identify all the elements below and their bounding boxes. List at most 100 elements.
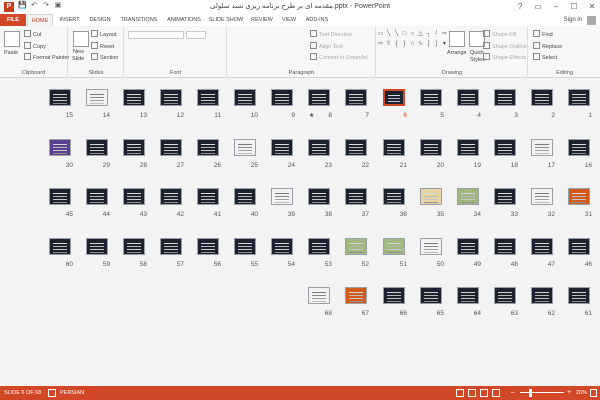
format-painter-button[interactable]: Format Painter [24, 53, 69, 61]
slide-thumbnail[interactable] [345, 188, 367, 205]
new-slide-button[interactable]: New [73, 49, 84, 55]
shape-fill-button[interactable]: Shape Fill [483, 30, 516, 38]
cut-button[interactable]: Cut [24, 30, 42, 38]
shape-outline-button[interactable]: Shape Outline [483, 42, 527, 50]
slide-thumbnail[interactable] [86, 139, 108, 156]
slide-thumbnail[interactable] [160, 238, 182, 255]
avatar[interactable] [587, 16, 596, 25]
paste-button[interactable]: Paste [4, 50, 18, 56]
slide-thumbnail[interactable] [197, 139, 219, 156]
slide-thumbnail[interactable] [531, 238, 553, 255]
slide-thumbnail[interactable] [345, 89, 367, 106]
slide-thumbnail[interactable] [383, 188, 405, 205]
copy-button[interactable]: Copy [24, 42, 46, 50]
slide-thumbnail[interactable] [160, 139, 182, 156]
shape-effects-button[interactable]: Shape Effects [483, 53, 526, 61]
slide-thumbnail[interactable] [123, 238, 145, 255]
arrange-button[interactable]: Arrange [447, 50, 467, 56]
tab-slide-show[interactable]: SLIDE SHOW [207, 14, 245, 26]
help-icon[interactable]: ? [514, 1, 526, 12]
tab-add-ins[interactable]: ADD-INS [302, 14, 332, 26]
triangle-shape-icon[interactable]: △ [417, 30, 424, 39]
slideshow-view-icon[interactable] [492, 389, 500, 397]
font-name-dropdown[interactable] [128, 31, 184, 39]
slide-thumbnail[interactable] [420, 89, 442, 106]
slide-thumbnail[interactable] [494, 238, 516, 255]
slide-thumbnail[interactable] [345, 139, 367, 156]
tab-animations[interactable]: ANIMATIONS [164, 14, 204, 26]
slide-thumbnail[interactable] [383, 287, 405, 304]
arrow-shape-icon[interactable]: ⇨ [441, 30, 448, 39]
zoom-slider[interactable] [520, 392, 564, 393]
slide-thumbnail[interactable] [420, 287, 442, 304]
slide-thumbnail[interactable] [457, 287, 479, 304]
slide-thumbnail[interactable] [123, 89, 145, 106]
slide-thumbnail[interactable] [308, 139, 330, 156]
slide-thumbnail[interactable] [568, 238, 590, 255]
tab-insert[interactable]: INSERT [56, 14, 83, 26]
slide-thumbnail[interactable] [531, 188, 553, 205]
slide-thumbnail[interactable] [568, 139, 590, 156]
slide-thumbnail[interactable] [494, 139, 516, 156]
slide-thumbnail[interactable] [271, 188, 293, 205]
convert-smartart-button[interactable]: Convert to SmartArt [310, 53, 368, 61]
slide-thumbnail[interactable] [531, 287, 553, 304]
proofing-icon[interactable] [48, 389, 56, 397]
slide-thumbnail[interactable] [308, 188, 330, 205]
tab-design[interactable]: DESIGN [86, 14, 114, 26]
section-button[interactable]: Section [91, 53, 118, 61]
slide-thumbnail[interactable] [197, 238, 219, 255]
ribbon-display-options-icon[interactable]: ▭ [532, 1, 544, 12]
tab-view[interactable]: VIEW [279, 14, 299, 26]
replace-button[interactable]: Replace [533, 42, 562, 50]
slide-thumbnail[interactable] [568, 89, 590, 106]
more-shapes-icon[interactable]: ▾ [441, 40, 448, 49]
zoom-level[interactable]: 20% [576, 386, 587, 400]
slide-thumbnail[interactable] [308, 287, 330, 304]
slide-thumbnail[interactable] [49, 89, 71, 106]
slide-thumbnail[interactable] [345, 238, 367, 255]
fit-to-window-icon[interactable] [590, 389, 597, 397]
close-button[interactable]: ✕ [586, 1, 598, 12]
bracket-close-shape-icon[interactable]: ] [433, 40, 440, 49]
slide-thumbnail[interactable] [494, 188, 516, 205]
select-button[interactable]: Select [533, 53, 557, 61]
tab-transitions[interactable]: TRANSITIONS [117, 14, 161, 26]
layout-button[interactable]: Layout [91, 30, 117, 38]
slide-thumbnail[interactable] [531, 139, 553, 156]
minimize-button[interactable]: – [550, 1, 562, 12]
slide-thumbnail[interactable] [383, 139, 405, 156]
slide-thumbnail[interactable] [271, 139, 293, 156]
find-button[interactable]: Find [533, 30, 553, 38]
brace-close-shape-icon[interactable]: } [401, 40, 408, 49]
line-shape-icon[interactable]: ╲ [385, 30, 392, 39]
slide-thumbnail[interactable] [271, 238, 293, 255]
tab-home[interactable]: HOME [27, 14, 53, 26]
elbow-connector-icon[interactable]: ┐ [425, 30, 432, 39]
reset-button[interactable]: Reset [91, 42, 114, 50]
slide-thumbnail[interactable] [123, 188, 145, 205]
slide-thumbnail[interactable] [160, 188, 182, 205]
rectangle-shape-icon[interactable]: □ [401, 30, 408, 39]
slide-thumbnail[interactable] [457, 139, 479, 156]
slide-thumbnail[interactable] [308, 89, 330, 106]
slide-thumbnail[interactable] [86, 89, 108, 106]
star-shape-icon[interactable]: ☆ [409, 40, 416, 49]
tab-file[interactable]: FILE [0, 14, 26, 26]
curve-shape-icon[interactable]: ∿ [417, 40, 424, 49]
shapes-gallery[interactable]: ▭ ╲ ╲ □ ○ △ ┐ ┘ ⇨ ⇨ ⇧{} ☆ ∿[] ▾ [377, 30, 447, 58]
bracket-shape-icon[interactable]: [ [425, 40, 432, 49]
new-slide-button-line2[interactable]: Slide [72, 56, 84, 62]
slide-thumbnail[interactable] [531, 89, 553, 106]
slide-thumbnail[interactable] [345, 287, 367, 304]
slide-thumbnail[interactable] [197, 89, 219, 106]
slide-thumbnail[interactable] [383, 238, 405, 255]
zoom-slider-thumb[interactable] [529, 389, 532, 397]
slide-thumbnail[interactable] [494, 89, 516, 106]
text-box-shape-icon[interactable]: ▭ [377, 30, 384, 39]
quick-styles-button[interactable]: Quick [470, 50, 484, 56]
slide-thumbnail[interactable] [420, 139, 442, 156]
align-text-button[interactable]: Align Text [310, 42, 343, 50]
slide-thumbnail[interactable] [457, 238, 479, 255]
slide-thumbnail[interactable] [49, 238, 71, 255]
